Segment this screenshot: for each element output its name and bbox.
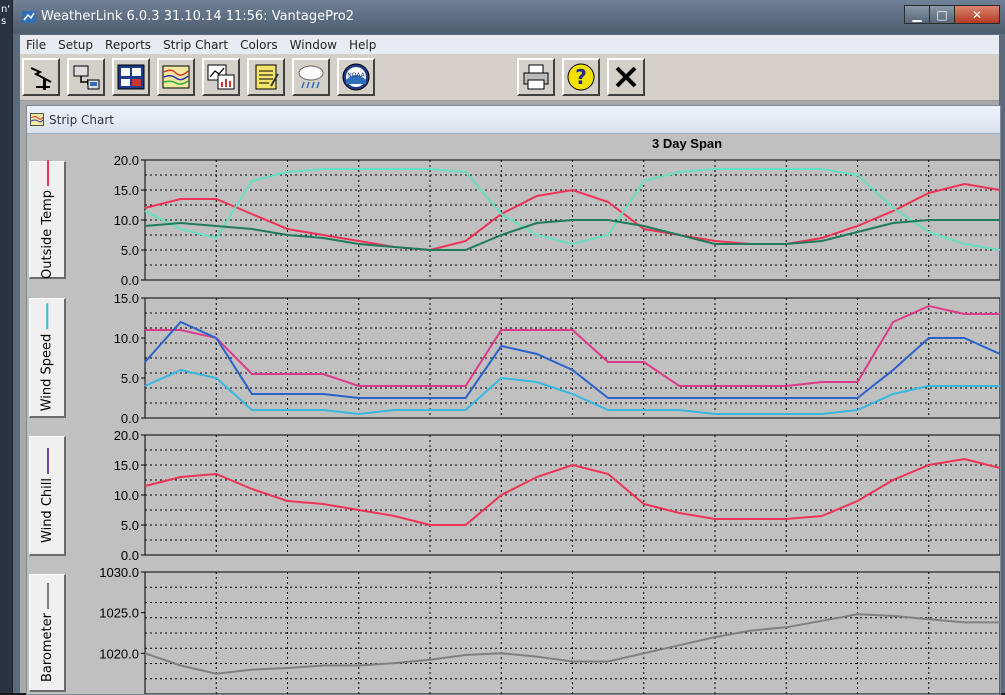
y-tick-label: 20.0 [114, 428, 139, 443]
y-tick-label: 5.0 [121, 371, 139, 386]
help-mark: ? [575, 65, 587, 89]
help-icon: ? [567, 63, 595, 91]
notepad-icon [255, 64, 279, 90]
strip-chart-icon [162, 65, 190, 89]
y-tick-label: 0.0 [121, 548, 139, 563]
menu-help[interactable]: Help [343, 38, 382, 52]
notepad-button[interactable] [247, 58, 285, 96]
weatherlink-window: WeatherLink 6.0.3 31.10.14 11:56: Vantag… [12, 0, 1005, 695]
print-button[interactable] [517, 58, 555, 96]
strip-chart-title-bar[interactable]: Strip Chart [27, 106, 1000, 134]
noaa-label: NOAA [347, 72, 365, 79]
menu-strip-chart[interactable]: Strip Chart [157, 38, 234, 52]
y-tick-label: 15.0 [114, 183, 139, 198]
menu-bar: File Setup Reports Strip Chart Colors Wi… [20, 35, 999, 54]
y-tick-label: 10.0 [114, 213, 139, 228]
connect-station-icon [30, 67, 52, 90]
menu-window[interactable]: Window [284, 38, 343, 52]
strip-chart-plots: 0.0 5.0 10.0 15.0 20.0 0.0 5.0 10.0 15.0 0.0 5.0 10… [99, 153, 1000, 694]
maximize-button[interactable]: □ [929, 5, 955, 24]
y-tick-label: 5.0 [121, 518, 139, 533]
mdi-workspace: Strip Chart 3 Day Span Outside Temp Wind… [20, 101, 1001, 695]
menu-reports[interactable]: Reports [99, 38, 157, 52]
y-tick-label: 1020.0 [99, 646, 139, 661]
close-button[interactable]: ✕ [954, 5, 1000, 24]
minimize-button[interactable]: ▁ [904, 5, 930, 24]
y-tick-label: 10.0 [114, 331, 139, 346]
y-tick-label: 15.0 [114, 458, 139, 473]
menu-setup[interactable]: Setup [52, 38, 99, 52]
title-bar[interactable]: WeatherLink 6.0.3 31.10.14 11:56: Vantag… [13, 0, 1005, 34]
strip-chart-area: 3 Day Span Outside Temp Wind Speed Wind … [27, 134, 1000, 694]
bulletin-icon [117, 64, 145, 90]
y-tick-label: 15.0 [114, 291, 139, 306]
strip-chart-button[interactable] [157, 58, 195, 96]
strip-chart-title: Strip Chart [49, 113, 114, 127]
desktop-text-fragment: s [1, 16, 7, 27]
strip-chart-window: Strip Chart 3 Day Span Outside Temp Wind… [26, 105, 1001, 695]
close-chart-button[interactable] [607, 58, 645, 96]
desktop-background: n' s [0, 0, 12, 693]
noaa-icon: NOAA [342, 63, 370, 91]
print-icon [523, 64, 549, 90]
help-button[interactable]: ? [562, 58, 600, 96]
download-button[interactable] [67, 58, 105, 96]
y-tick-label: 1025.0 [99, 606, 139, 621]
bulletin-button[interactable] [112, 58, 150, 96]
window-title: WeatherLink 6.0.3 31.10.14 11:56: Vantag… [41, 9, 354, 24]
y-tick-label: 5.0 [121, 243, 139, 258]
y-tick-label: 0.0 [121, 411, 139, 426]
y-tick-label: 1030.0 [99, 565, 139, 580]
y-tick-label: 10.0 [114, 488, 139, 503]
toolbar: NOAA ? [20, 54, 999, 101]
weather-button[interactable] [292, 58, 330, 96]
connect-station-button[interactable] [22, 58, 60, 96]
y-tick-label: 0.0 [121, 273, 139, 288]
menu-colors[interactable]: Colors [234, 38, 284, 52]
app-icon [22, 11, 36, 23]
download-icon [73, 65, 100, 90]
strip-chart-small-icon [30, 113, 44, 126]
close-chart-icon [615, 66, 637, 88]
noaa-button[interactable]: NOAA [337, 58, 375, 96]
y-tick-label: 20.0 [114, 153, 139, 168]
menu-file[interactable]: File [20, 38, 52, 52]
plot-icon [207, 64, 235, 90]
weather-cloud-icon [298, 65, 324, 89]
plot-button[interactable] [202, 58, 240, 96]
desktop-text-fragment: n' [1, 4, 11, 15]
